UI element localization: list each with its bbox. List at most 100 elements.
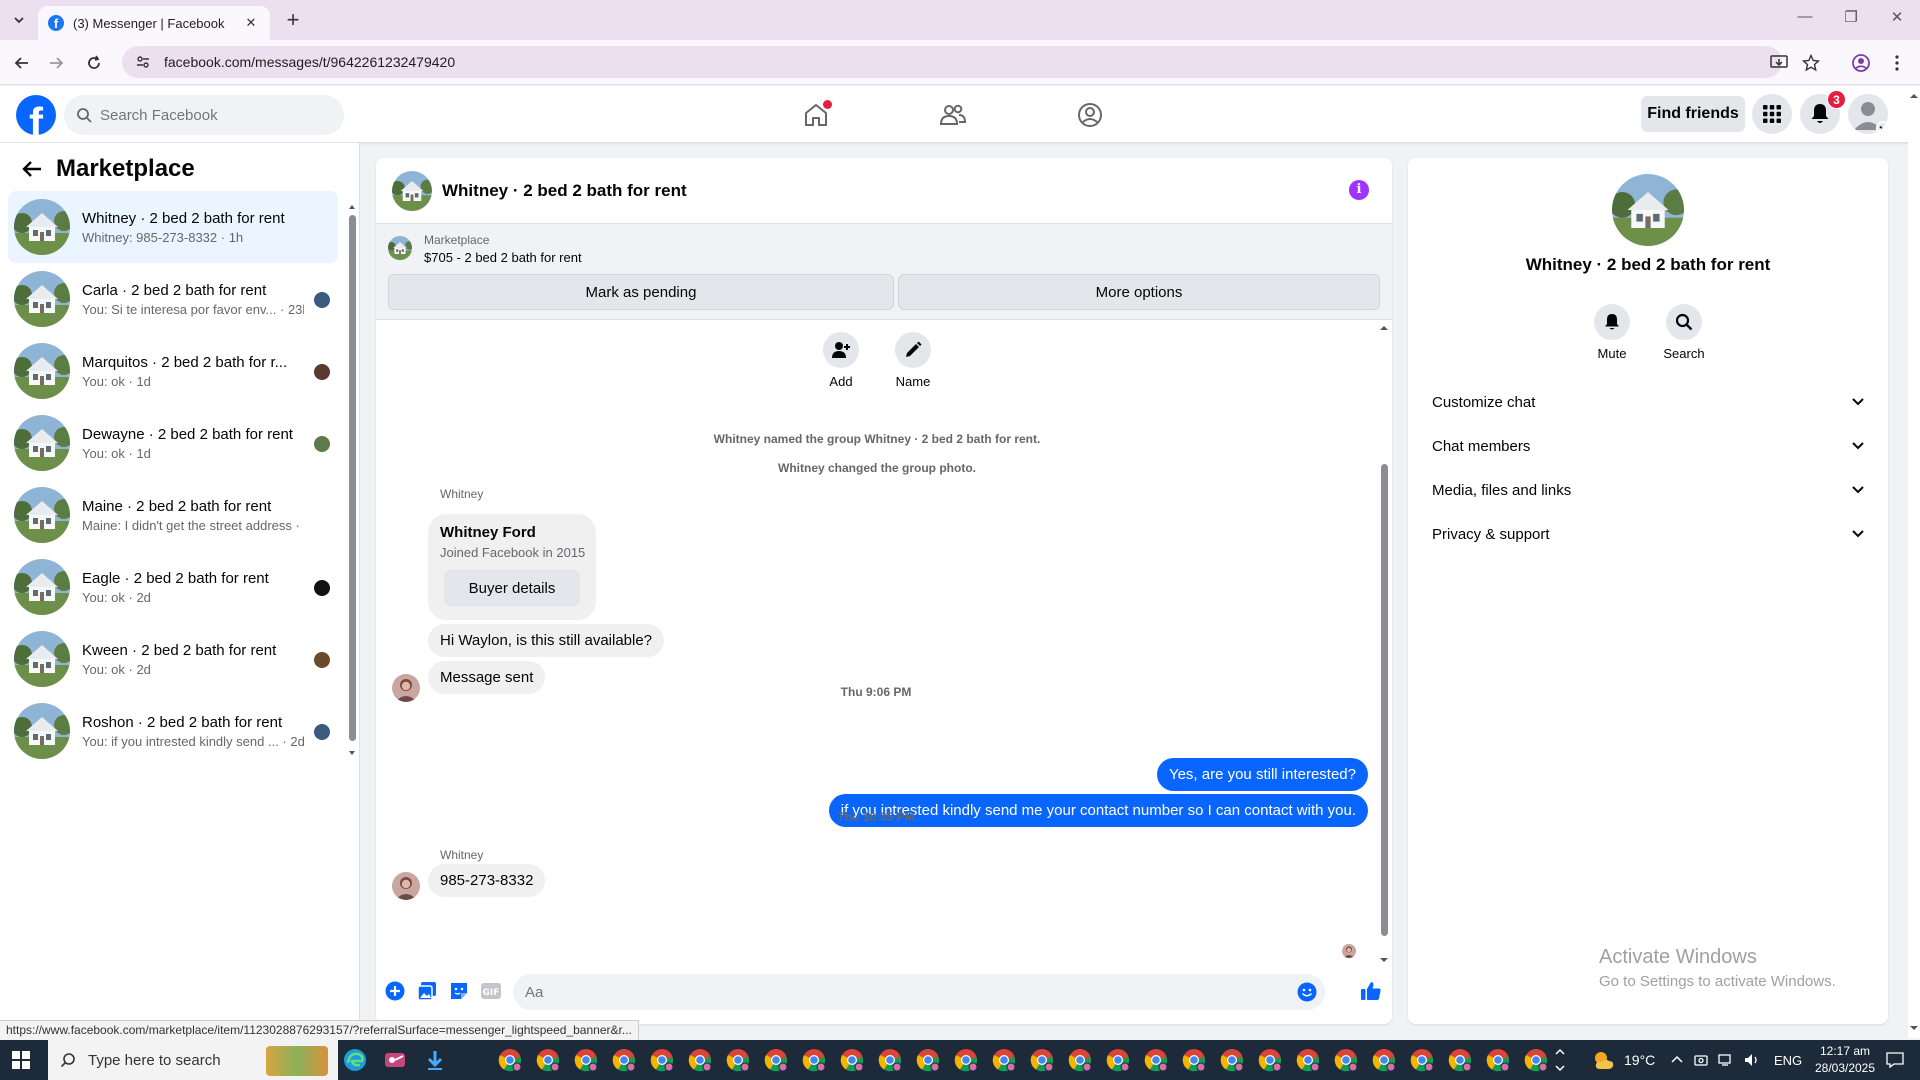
reload-icon[interactable] [82,51,106,75]
chrome-taskbar-icon[interactable] [802,1048,826,1072]
language-indicator[interactable]: ENG [1774,1053,1802,1068]
mute-button[interactable]: Mute [1582,304,1642,361]
sender-avatar[interactable] [392,872,420,900]
chrome-taskbar-icon[interactable] [1448,1048,1472,1072]
buyer-details-button[interactable]: Buyer details [444,570,580,606]
conversation-item[interactable]: Kween · 2 bed 2 bath for rent You: ok · 2… [8,623,338,695]
windows-start-icon[interactable] [12,1051,30,1069]
chrome-taskbar-icon[interactable] [1334,1048,1358,1072]
notifications-button[interactable]: 3 [1800,90,1846,134]
profile-icon[interactable] [1850,52,1872,74]
download-arrow-icon[interactable] [423,1048,447,1072]
chrome-taskbar-icon[interactable] [650,1048,674,1072]
group-photo-large[interactable] [1612,174,1684,246]
chrome-taskbar-icon[interactable] [574,1048,598,1072]
chrome-taskbar-icon[interactable] [1220,1048,1244,1072]
chrome-taskbar-icon[interactable] [878,1048,902,1072]
section-media-files-links[interactable]: Media, files and links [1416,468,1880,512]
menu-button[interactable] [1752,94,1792,134]
tab-search-button[interactable] [8,9,30,31]
sidebar-scrollbar[interactable] [348,203,356,755]
browser-menu-icon[interactable] [1886,52,1908,74]
message-bubble-out[interactable]: Yes, are you still interested? [1156,758,1368,791]
chrome-taskbar-icon[interactable] [1296,1048,1320,1072]
chrome-taskbar-icon[interactable] [536,1048,560,1072]
chrome-taskbar-icon[interactable] [726,1048,750,1072]
conversation-item[interactable]: Carla · 2 bed 2 bath for rent You: Si te … [8,263,338,335]
restore-icon[interactable]: ❐ [1836,8,1866,26]
chrome-taskbar-icon[interactable] [764,1048,788,1072]
chat-title[interactable]: Whitney · 2 bed 2 bath for rent [442,181,687,201]
conversation-item[interactable]: Maine · 2 bed 2 bath for rent Maine: I di… [8,479,338,551]
chrome-taskbar-icon[interactable] [688,1048,712,1072]
sticker-icon[interactable] [448,980,470,1002]
conversation-item[interactable]: Marquitos · 2 bed 2 bath for r... You: ok… [8,335,338,407]
chrome-taskbar-icon[interactable] [1372,1048,1396,1072]
chrome-taskbar-icon[interactable] [1030,1048,1054,1072]
conversation-item[interactable]: Eagle · 2 bed 2 bath for rent You: ok · 2… [8,551,338,623]
chrome-taskbar-icon[interactable] [612,1048,636,1072]
add-member-button[interactable]: Add [811,332,871,389]
back-arrow-icon[interactable] [10,51,34,75]
conversation-item[interactable]: Roshon · 2 bed 2 bath for rent You: if yo… [8,695,338,767]
forward-arrow-icon[interactable] [44,51,68,75]
chrome-taskbar-icon[interactable] [840,1048,864,1072]
chrome-taskbar-icon[interactable] [1410,1048,1434,1072]
minimize-icon[interactable]: — [1790,8,1820,25]
message-bubble-in[interactable]: Hi Waylon, is this still available? [428,624,665,657]
facebook-logo-icon[interactable]: f [16,95,56,135]
notification-center-icon[interactable] [1886,1040,1904,1080]
chrome-taskbar-icon[interactable] [1106,1048,1130,1072]
mark-as-pending-button[interactable]: Mark as pending [388,274,894,310]
new-tab-button[interactable]: + [280,7,306,33]
address-bar[interactable]: facebook.com/messages/t/9642261232479420 [122,46,1782,78]
facebook-search[interactable] [64,95,344,135]
search-in-conversation-button[interactable]: Search [1654,304,1714,361]
chat-scrollbar[interactable] [1378,324,1390,962]
chrome-taskbar-icon[interactable] [954,1048,978,1072]
chrome-taskbar-icon[interactable] [1524,1048,1548,1072]
page-scrollbar[interactable] [1908,86,1920,1038]
plus-circle-icon[interactable] [384,980,406,1002]
chrome-taskbar-icon[interactable] [916,1048,940,1072]
chrome-taskbar-icon[interactable] [1258,1048,1282,1072]
gif-icon[interactable]: GIF [480,980,502,1002]
tab-close-icon[interactable]: ✕ [242,15,260,31]
chrome-taskbar-icon[interactable] [1182,1048,1206,1072]
message-input-box[interactable] [513,974,1325,1010]
close-window-icon[interactable]: ✕ [1882,8,1912,26]
back-arrow-icon[interactable] [20,157,44,181]
section-privacy-support[interactable]: Privacy & support [1416,512,1880,556]
bookmark-star-icon[interactable] [1800,52,1822,74]
edge-browser-icon[interactable] [343,1048,367,1072]
chrome-taskbar-icon[interactable] [1068,1048,1092,1072]
nav-profile[interactable] [1034,94,1146,136]
message-input[interactable] [525,983,1265,1001]
taskbar-clock[interactable]: 12:17 am 28/03/2025 [1810,1043,1880,1077]
browser-tab-messenger[interactable]: f (3) Messenger | Facebook ✕ [38,6,270,40]
chrome-taskbar-icon[interactable] [498,1048,522,1072]
nav-home[interactable] [760,94,872,136]
section-chat-members[interactable]: Chat members [1416,424,1880,468]
find-friends-button[interactable]: Find friends [1641,96,1745,132]
section-customize-chat[interactable]: Customize chat [1416,380,1880,424]
like-thumb-icon[interactable] [1358,978,1384,1004]
chat-group-photo[interactable] [392,170,432,211]
message-bubble-in[interactable]: 985-273-8332 [428,864,546,897]
snipping-tool-icon[interactable] [383,1048,407,1072]
more-options-button[interactable]: More options [898,274,1380,310]
account-avatar[interactable] [1848,94,1888,134]
install-app-icon[interactable] [1768,52,1790,74]
name-group-button[interactable]: Name [883,332,943,389]
nav-friends[interactable] [897,94,1009,136]
taskbar-search[interactable]: Type here to search [48,1040,338,1080]
conversation-item[interactable]: Dewayne · 2 bed 2 bath for rent You: ok ·… [8,407,338,479]
conversation-item[interactable]: Whitney · 2 bed 2 bath for rent Whitney: … [8,191,338,263]
photo-icon[interactable] [416,980,438,1002]
info-icon[interactable]: i [1349,180,1369,200]
facebook-search-input[interactable] [100,106,320,124]
chrome-taskbar-icon[interactable] [992,1048,1016,1072]
marketplace-banner[interactable]: Marketplace $705 - 2 bed 2 bath for rent… [376,224,1392,320]
chrome-taskbar-icon[interactable] [1144,1048,1168,1072]
chrome-taskbar-icon[interactable] [1486,1048,1510,1072]
